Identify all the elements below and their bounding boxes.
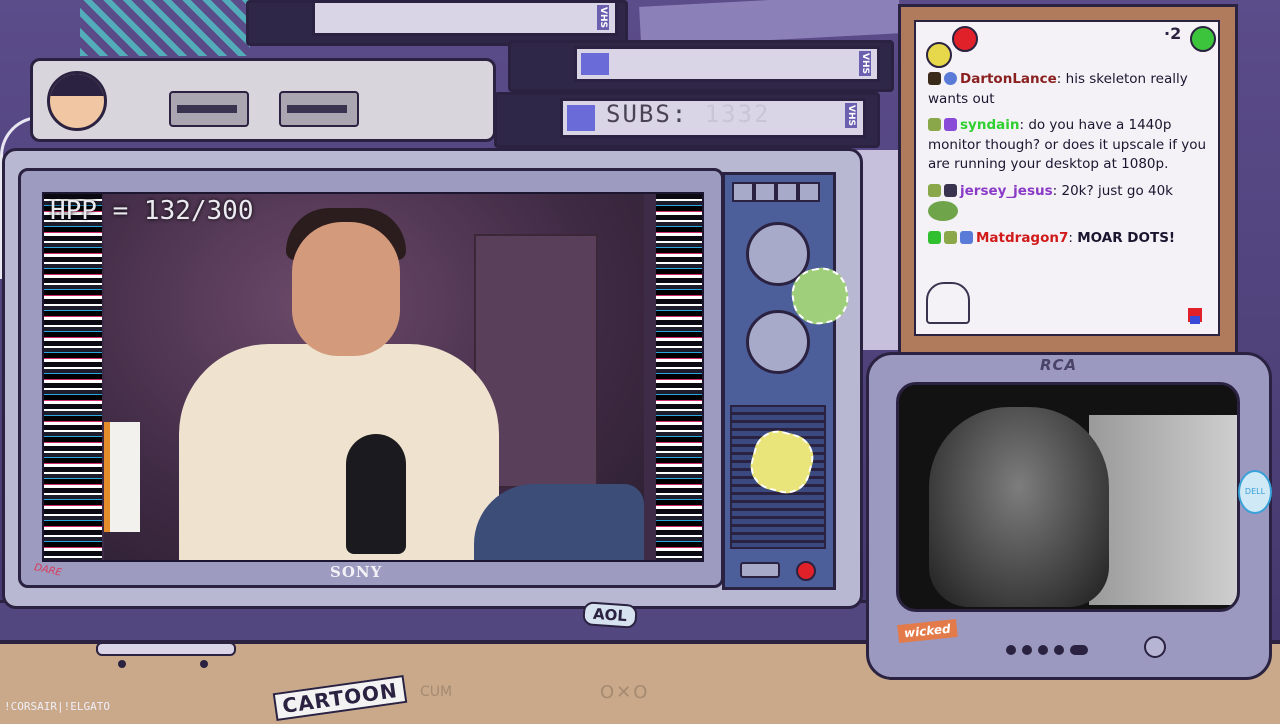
bot-badge-icon — [960, 230, 973, 244]
chat-username[interactable]: Matdragon7 — [976, 230, 1068, 246]
green-pin — [1190, 26, 1216, 52]
power-slot — [740, 562, 780, 578]
webcam-person-head — [292, 222, 400, 356]
sponsor-credit: !CORSAIR|!ELGATO — [4, 700, 110, 713]
panel-button-4 — [798, 182, 820, 202]
media-background — [1089, 415, 1237, 605]
sony-logo: SONY — [330, 563, 383, 581]
vhs-tag-subs: VHS — [845, 103, 857, 128]
chat-message: Matdragon7: MOAR DOTS! — [928, 229, 1212, 249]
chat-message: DartonLance: his skeleton really wants o… — [928, 71, 1188, 107]
webcam-microphone — [346, 434, 406, 554]
chat-messages: DartonLance: his skeleton really wants o… — [928, 70, 1212, 255]
sub-badge-icon — [928, 183, 941, 197]
pepe-emote-icon — [928, 201, 958, 221]
skateboard — [96, 642, 236, 656]
hp-counter: HPP = 132/300 — [50, 196, 254, 226]
tic-tac-toe-doodle: O✕O — [600, 682, 650, 703]
chat-count: ·2 — [1164, 24, 1182, 43]
wizard-badge-icon — [944, 183, 957, 197]
vhs-blue-stripe — [581, 53, 609, 75]
faint-text: CUM — [420, 684, 453, 700]
glitch-strip-right — [656, 194, 702, 560]
user-badge-icon — [928, 72, 941, 85]
sub-badge-icon — [944, 230, 957, 244]
yellow-pin — [926, 42, 952, 68]
chat-text: MOAR DOTS! — [1077, 229, 1176, 246]
panel-button-3 — [776, 182, 798, 202]
vhs-tag-middle: VHS — [859, 51, 871, 76]
panel-button-1 — [732, 182, 754, 202]
dell-sticker: DELL — [1238, 470, 1272, 514]
webcam-cup — [104, 422, 140, 532]
subs-label: SUBS: — [606, 100, 689, 128]
webcam-jeans — [474, 484, 644, 560]
sub-badge-icon — [928, 118, 941, 131]
chat-text: 20k? just go 40k — [1061, 182, 1174, 199]
volume-knob — [746, 310, 810, 374]
vhs-tag-top: VHS — [597, 5, 609, 30]
ghost-doodle-icon — [926, 282, 970, 324]
media-screen — [896, 382, 1240, 612]
webcam-screen — [42, 192, 704, 562]
red-pin — [952, 26, 978, 52]
prime-badge-icon — [944, 118, 957, 131]
background-doodle — [80, 0, 250, 56]
chat-message: syndain: do you have a 1440p monitor tho… — [928, 117, 1207, 172]
vhs-blue-stripe — [567, 105, 595, 131]
small-tv-power-icon — [1144, 636, 1166, 658]
rca-logo: RCA — [1040, 356, 1078, 374]
webcam-person-body — [179, 344, 499, 560]
vip-badge-icon — [928, 230, 941, 244]
skateboard-wheel — [118, 660, 126, 668]
chat-message: jersey_jesus: 20k? just go 40k — [928, 182, 1212, 222]
cartridge-slot-left — [169, 91, 249, 127]
turbo-badge-icon — [944, 72, 957, 85]
media-face — [929, 407, 1109, 607]
game-console — [30, 58, 496, 142]
corner-blue-square — [1190, 316, 1200, 324]
streamer-avatar — [47, 71, 107, 131]
chat-username[interactable]: DartonLance — [960, 71, 1057, 87]
subs-value: 1332 — [704, 100, 771, 128]
chat-username[interactable]: syndain — [960, 117, 1019, 133]
panel-button-2 — [754, 182, 776, 202]
aol-sticker: AOL — [582, 601, 638, 629]
chat-username[interactable]: jersey_jesus — [960, 183, 1053, 199]
small-tv-buttons — [1006, 640, 1094, 659]
skateboard-wheel — [200, 660, 208, 668]
subs-counter: SUBS: 1332 — [606, 100, 771, 128]
vhs-tape-top-label: VHS — [312, 0, 618, 36]
glitch-strip-left — [44, 194, 102, 560]
power-led — [796, 561, 816, 581]
vhs-tape-middle-label: VHS — [574, 46, 880, 82]
cartridge-slot-right — [279, 91, 359, 127]
